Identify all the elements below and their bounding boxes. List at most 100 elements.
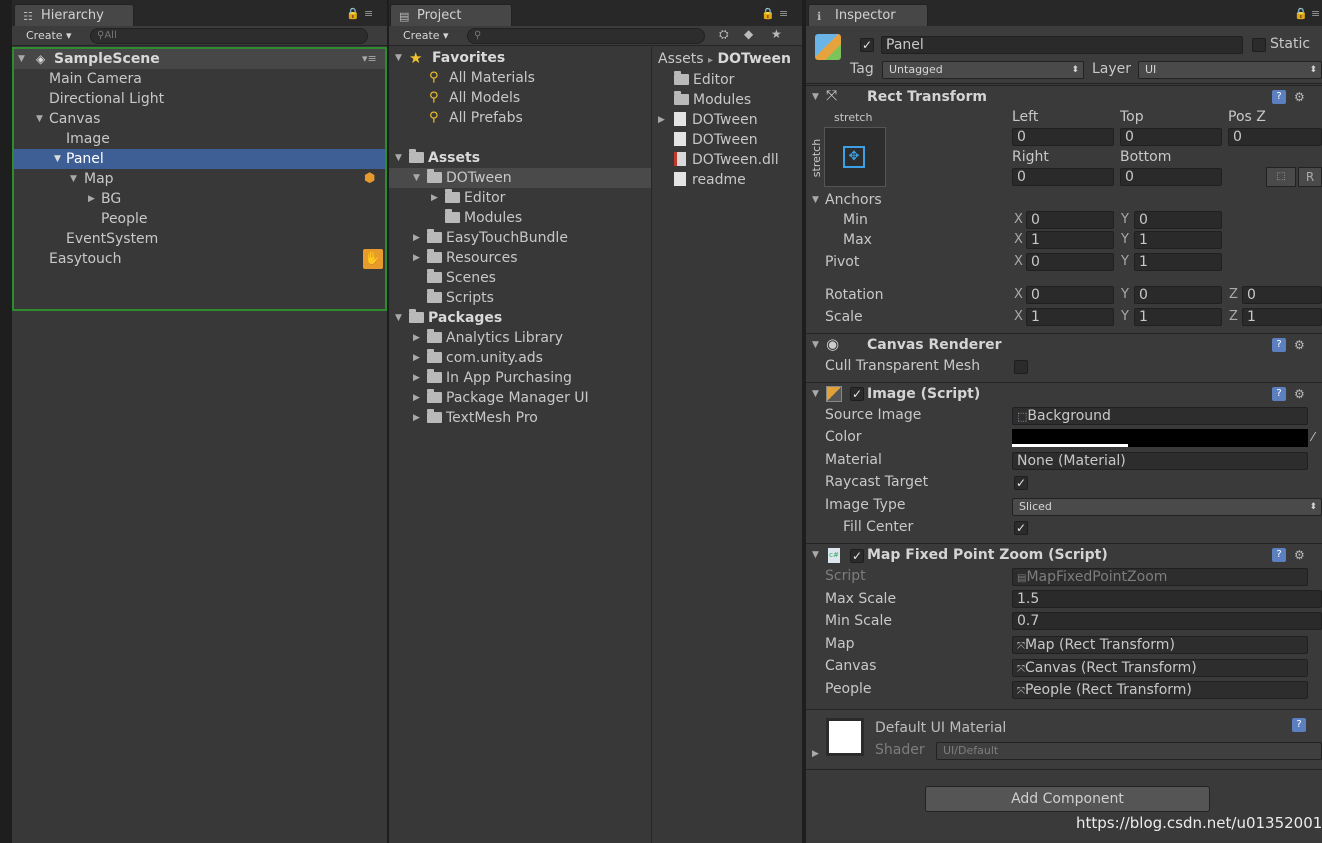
hierarchy-item[interactable]: Easytouch bbox=[49, 249, 122, 269]
scale-z-field[interactable]: 1 bbox=[1242, 308, 1322, 326]
anchor-presets-button[interactable]: ✥ bbox=[824, 127, 886, 187]
file-item[interactable]: DOTween.dll bbox=[674, 150, 779, 170]
rotation-z-field[interactable]: 0 bbox=[1242, 286, 1322, 304]
hierarchy-item[interactable]: Canvas bbox=[49, 109, 100, 129]
panel-menu-icon[interactable]: ≡ bbox=[1311, 7, 1320, 20]
anchor-min-y-field[interactable]: 0 bbox=[1134, 211, 1222, 229]
scene-row[interactable]: ▼ ◈ SampleScene ▾≡ bbox=[14, 49, 385, 69]
collapse-triangle-icon[interactable]: ▼ bbox=[812, 335, 819, 355]
help-icon[interactable]: ? bbox=[1272, 548, 1286, 562]
scale-x-field[interactable]: 1 bbox=[1026, 308, 1114, 326]
expand-triangle-icon[interactable]: ▼ bbox=[395, 308, 402, 328]
favorites-header[interactable]: Favorites bbox=[432, 48, 505, 68]
anchor-max-y-field[interactable]: 1 bbox=[1134, 231, 1222, 249]
anchor-max-x-field[interactable]: 1 bbox=[1026, 231, 1114, 249]
material-field[interactable]: None (Material) bbox=[1012, 452, 1308, 470]
tag-dropdown[interactable]: Untagged⬍ bbox=[882, 61, 1084, 79]
top-field[interactable]: 0 bbox=[1120, 128, 1222, 146]
favorite-star-icon[interactable]: ★ bbox=[771, 27, 782, 41]
posz-field[interactable]: 0 bbox=[1228, 128, 1322, 146]
package-item[interactable]: Analytics Library bbox=[427, 328, 563, 348]
cull-checkbox[interactable] bbox=[1014, 360, 1028, 374]
asset-item[interactable]: EasyTouchBundle bbox=[427, 228, 568, 248]
asset-item[interactable]: Scripts bbox=[427, 288, 494, 308]
image-type-dropdown[interactable]: Sliced⬍ bbox=[1012, 498, 1322, 516]
hierarchy-item[interactable]: BG bbox=[101, 189, 121, 209]
asset-item[interactable]: Modules bbox=[445, 208, 522, 228]
add-component-button[interactable]: Add Component bbox=[925, 786, 1210, 812]
lock-icon[interactable]: 🔒 bbox=[1294, 7, 1308, 20]
favorite-item[interactable]: All Models bbox=[449, 88, 520, 108]
panel-menu-icon[interactable]: ≡ bbox=[364, 7, 373, 20]
anchor-min-x-field[interactable]: 0 bbox=[1026, 211, 1114, 229]
hierarchy-item[interactable]: Map bbox=[84, 169, 114, 189]
bottom-field[interactable]: 0 bbox=[1120, 168, 1222, 186]
eyedropper-icon[interactable]: ⁄ bbox=[1312, 430, 1314, 444]
asset-item[interactable]: Scenes bbox=[427, 268, 496, 288]
expand-triangle-icon[interactable]: ▼ bbox=[812, 190, 819, 210]
settings-icon[interactable]: ⚙ bbox=[1294, 338, 1305, 352]
panel-menu-icon[interactable]: ≡ bbox=[779, 7, 788, 20]
collapse-triangle-icon[interactable]: ▼ bbox=[812, 87, 819, 107]
settings-icon[interactable]: ⚙ bbox=[1294, 90, 1305, 104]
expand-triangle-icon[interactable]: ▼ bbox=[395, 148, 402, 168]
breadcrumb-current[interactable]: DOTween bbox=[718, 51, 791, 67]
map-zoom-enabled-checkbox[interactable]: ✓ bbox=[850, 549, 864, 563]
expand-triangle-icon[interactable]: ▶ bbox=[413, 328, 420, 348]
blueprint-mode-button[interactable]: ⬚ bbox=[1266, 167, 1296, 187]
people-field[interactable]: ⤧People (Rect Transform) bbox=[1012, 681, 1308, 699]
favorite-item[interactable]: All Prefabs bbox=[449, 108, 523, 128]
expand-triangle-icon[interactable]: ▶ bbox=[413, 248, 420, 268]
hierarchy-search-input[interactable]: ⚲All bbox=[90, 28, 368, 44]
package-item[interactable]: TextMesh Pro bbox=[427, 408, 538, 428]
hierarchy-item[interactable]: Directional Light bbox=[49, 89, 164, 109]
help-icon[interactable]: ? bbox=[1272, 90, 1286, 104]
object-name-field[interactable]: Panel bbox=[881, 36, 1243, 54]
create-button[interactable]: Create ▾ bbox=[18, 28, 78, 44]
file-item[interactable]: Editor bbox=[674, 70, 734, 90]
expand-triangle-icon[interactable]: ▶ bbox=[658, 110, 665, 130]
expand-triangle-icon[interactable]: ▶ bbox=[413, 368, 420, 388]
active-checkbox[interactable]: ✓ bbox=[860, 38, 874, 52]
expand-triangle-icon[interactable]: ▶ bbox=[413, 388, 420, 408]
help-icon[interactable]: ? bbox=[1272, 387, 1286, 401]
hierarchy-item[interactable]: People bbox=[101, 209, 148, 229]
favorite-item[interactable]: All Materials bbox=[449, 68, 535, 88]
color-swatch[interactable] bbox=[1012, 429, 1308, 447]
lock-icon[interactable]: 🔒 bbox=[761, 7, 775, 20]
lock-icon[interactable]: 🔒 bbox=[346, 7, 360, 20]
map-zoom-header[interactable]: ▼ c# ✓ Map Fixed Point Zoom (Script) ?⚙ bbox=[806, 543, 1322, 567]
settings-icon[interactable]: ⚙ bbox=[1294, 387, 1305, 401]
package-item[interactable]: com.unity.ads bbox=[427, 348, 543, 368]
expand-triangle-icon[interactable]: ▶ bbox=[413, 228, 420, 248]
expand-triangle-icon[interactable]: ▼ bbox=[395, 48, 402, 68]
tab-inspector[interactable]: ℹ Inspector bbox=[808, 4, 928, 26]
shader-dropdown[interactable]: UI/Default bbox=[936, 742, 1322, 760]
expand-triangle-icon[interactable]: ▼ bbox=[70, 169, 77, 189]
raycast-checkbox[interactable]: ✓ bbox=[1014, 476, 1028, 490]
expand-triangle-icon[interactable]: ▶ bbox=[431, 188, 438, 208]
file-item[interactable]: DOTween bbox=[674, 110, 758, 130]
left-field[interactable]: 0 bbox=[1012, 128, 1114, 146]
expand-triangle-icon[interactable]: ▶ bbox=[413, 348, 420, 368]
canvas-field[interactable]: ⤧Canvas (Rect Transform) bbox=[1012, 659, 1308, 677]
source-image-field[interactable]: ⬚Background bbox=[1012, 407, 1308, 425]
collapse-triangle-icon[interactable]: ▼ bbox=[812, 384, 819, 404]
expand-triangle-icon[interactable]: ▼ bbox=[413, 168, 420, 188]
help-icon[interactable]: ? bbox=[1272, 338, 1286, 352]
right-field[interactable]: 0 bbox=[1012, 168, 1114, 186]
static-checkbox[interactable] bbox=[1252, 38, 1266, 52]
breadcrumb-root[interactable]: Assets bbox=[658, 51, 704, 67]
assets-header[interactable]: Assets bbox=[409, 148, 480, 168]
file-item[interactable]: readme bbox=[674, 170, 746, 190]
packages-header[interactable]: Packages bbox=[409, 308, 502, 328]
settings-icon[interactable]: ⚙ bbox=[1294, 548, 1305, 562]
hierarchy-item-selected[interactable]: ▼ Panel bbox=[14, 149, 385, 169]
tab-project[interactable]: ▤ Project bbox=[390, 4, 512, 26]
help-icon[interactable]: ? bbox=[1292, 718, 1306, 732]
raw-edit-button[interactable]: R bbox=[1298, 167, 1322, 187]
expand-triangle-icon[interactable]: ▶ bbox=[413, 408, 420, 428]
min-scale-field[interactable]: 0.7 bbox=[1012, 612, 1322, 630]
asset-item[interactable]: Resources bbox=[427, 248, 518, 268]
image-header[interactable]: ▼ ✓ Image (Script) ?⚙ bbox=[806, 382, 1322, 406]
